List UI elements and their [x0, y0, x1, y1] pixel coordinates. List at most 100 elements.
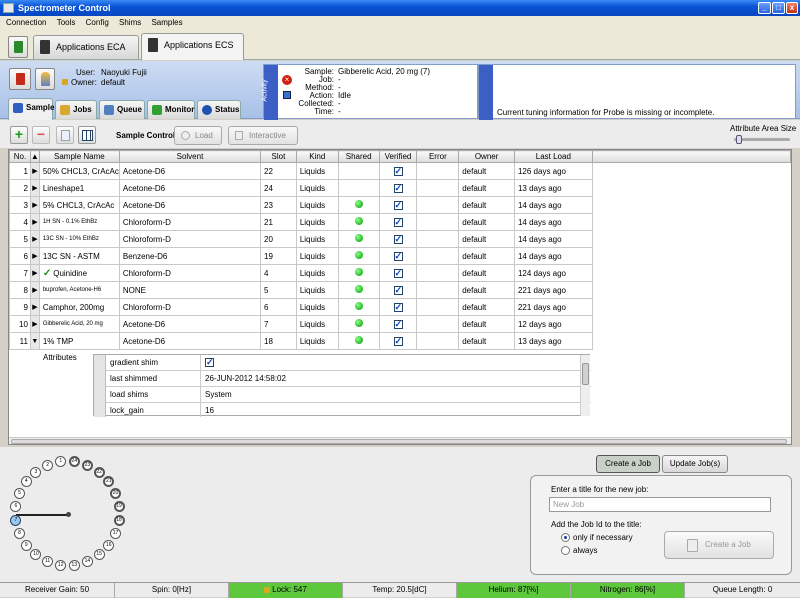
verified-checkbox[interactable]: ✓ — [393, 336, 403, 346]
expand-arrow-icon[interactable]: ▶ — [29, 230, 40, 248]
attributes-scrollbar[interactable] — [580, 355, 590, 416]
changer-slot[interactable]: 14 — [81, 556, 93, 568]
verified-checkbox[interactable]: ✓ — [393, 200, 403, 210]
tab-monitor[interactable]: Monitor — [147, 100, 195, 119]
table-row[interactable]: 8 ▶ buprofen, Acetone-H6 NONE 5 Liquids ✓ defau… — [9, 281, 791, 299]
job-title-input[interactable]: New Job — [549, 497, 771, 512]
col-sample-name[interactable]: Sample Name — [38, 150, 120, 163]
slider-thumb[interactable] — [736, 135, 742, 144]
create-job-button[interactable]: Create a Job — [664, 531, 774, 559]
table-row[interactable]: 5 ▶ 13C SN - 10% EthBz Chloroform-D 20 Liquid… — [9, 230, 791, 248]
col-solvent[interactable]: Solvent — [118, 150, 262, 163]
col-slot[interactable]: Slot — [260, 150, 297, 163]
interactive-button[interactable]: Interactive — [228, 126, 298, 145]
gradient-shim-checkbox[interactable]: ✓ — [205, 358, 214, 367]
changer-slot[interactable]: 3 — [30, 466, 42, 478]
load-button[interactable]: Load — [174, 126, 222, 145]
table-h-scrollbar[interactable] — [9, 437, 791, 444]
changer-slot[interactable]: 12 — [55, 559, 67, 571]
attr-row[interactable]: last shimmed 26-JUN-2012 14:58:02 — [94, 371, 591, 387]
attr-row[interactable]: lock_gain 16 — [94, 403, 591, 417]
changer-slot[interactable]: 20 — [110, 488, 122, 500]
changer-slot[interactable]: 6 — [10, 501, 22, 513]
tab-jobs[interactable]: Jobs — [55, 100, 97, 119]
col-verified[interactable]: Verified — [378, 150, 418, 163]
menu-shims[interactable]: Shims — [119, 18, 141, 27]
columns-button[interactable] — [78, 126, 96, 144]
expand-arrow-icon[interactable]: ▶ — [29, 264, 40, 282]
changer-slot[interactable]: 7 — [10, 514, 22, 526]
copy-sample-button[interactable] — [56, 126, 74, 144]
expand-arrow-icon[interactable]: ▶ — [29, 162, 40, 180]
changer-slot[interactable]: 8 — [13, 527, 25, 539]
tab-ecs400[interactable]: Applications ECS 400 — [141, 33, 244, 72]
col-last-load[interactable]: Last Load — [513, 150, 593, 163]
attr-row[interactable]: load shims System — [94, 387, 591, 403]
remove-sample-button[interactable]: − — [32, 126, 50, 144]
info-tab[interactable]: Info — [471, 65, 493, 120]
attr-row[interactable]: gradient shim ✓ — [94, 355, 591, 371]
maximize-button[interactable]: □ — [772, 2, 785, 14]
expand-arrow-icon[interactable]: ▶ — [29, 179, 40, 197]
user-button[interactable] — [35, 68, 55, 90]
changer-slot[interactable]: 17 — [110, 527, 122, 539]
table-row[interactable]: 2 ▶ Lineshape1 Acetone-D6 24 Liquids ✓ default 1… — [9, 179, 791, 197]
changer-slot[interactable]: 13 — [68, 559, 80, 571]
tab-samples[interactable]: Samples — [8, 98, 59, 120]
only-if-necessary-radio[interactable] — [561, 533, 570, 542]
changer-slot[interactable]: 23 — [81, 459, 93, 471]
tab-queue[interactable]: Queue — [99, 100, 145, 119]
always-radio[interactable] — [561, 546, 570, 555]
changer-slot[interactable]: 1 — [55, 456, 67, 468]
col-owner[interactable]: Owner — [458, 150, 515, 163]
expand-arrow-icon[interactable]: ▶ — [29, 298, 40, 316]
menu-connection[interactable]: Connection — [6, 18, 46, 27]
menu-tools[interactable]: Tools — [57, 18, 76, 27]
changer-slot[interactable]: 16 — [103, 539, 115, 551]
col-no[interactable]: No. — [9, 150, 31, 163]
verified-checkbox[interactable]: ✓ — [393, 302, 403, 312]
expand-arrow-icon[interactable]: ▶ — [29, 281, 40, 299]
changer-slot[interactable]: 19 — [113, 501, 125, 513]
tab-eca500[interactable]: Applications ECA 500 — [33, 35, 139, 74]
verified-checkbox[interactable]: ✓ — [393, 285, 403, 295]
table-row[interactable]: 9 ▶ Camphor, 200mg Chloroform-D 6 Liquids ✓ def… — [9, 298, 791, 316]
table-row[interactable]: 10 ▶ Gibberelic Acid, 20 mg Acetone-D6 7 Liqu… — [9, 315, 791, 333]
create-job-tab[interactable]: Create a Job — [596, 455, 660, 473]
scroll-thumb[interactable] — [582, 363, 589, 385]
col-error[interactable]: Error — [416, 150, 460, 163]
changer-slot[interactable]: 10 — [30, 549, 42, 561]
verified-checkbox[interactable]: ✓ — [393, 319, 403, 329]
menu-config[interactable]: Config — [86, 18, 109, 27]
add-sample-button[interactable]: + — [10, 126, 28, 144]
verified-checkbox[interactable]: ✓ — [393, 217, 403, 227]
verified-checkbox[interactable]: ✓ — [393, 251, 403, 261]
tab-status[interactable]: Status — [197, 100, 241, 119]
changer-slot[interactable]: 15 — [93, 549, 105, 561]
expand-arrow-icon[interactable]: ▶ — [29, 315, 40, 333]
col-shared[interactable]: Shared — [337, 150, 380, 163]
table-row[interactable]: 11 ▼ 1% TMP Acetone-D6 18 Liquids ✓ default 13 d… — [9, 332, 791, 350]
changer-slot[interactable]: 11 — [42, 556, 54, 568]
changer-slot[interactable]: 21 — [103, 476, 115, 488]
expand-arrow-icon[interactable]: ▶ — [29, 213, 40, 231]
expand-arrow-icon[interactable]: ▼ — [29, 332, 40, 350]
menu-samples[interactable]: Samples — [151, 18, 182, 27]
verified-checkbox[interactable]: ✓ — [393, 268, 403, 278]
expand-arrow-icon[interactable]: ▶ — [29, 196, 40, 214]
table-row[interactable]: 6 ▶ 13C SN - ASTM Benzene-D6 19 Liquids ✓ defau… — [9, 247, 791, 265]
attribute-size-slider[interactable] — [734, 135, 790, 144]
minimize-button[interactable]: _ — [758, 2, 771, 14]
connect-button[interactable] — [8, 36, 28, 58]
changer-slot[interactable]: 22 — [93, 466, 105, 478]
table-row[interactable]: 1 ▶ 50% CHCL3, CrAcAc Acetone-D6 22 Liquids ✓ d… — [9, 162, 791, 180]
changer-slot[interactable]: 5 — [13, 488, 25, 500]
changer-slot[interactable]: 9 — [20, 539, 32, 551]
changer-slot[interactable]: 18 — [113, 514, 125, 526]
verified-checkbox[interactable]: ✓ — [393, 234, 403, 244]
col-sort[interactable]: ▲ — [29, 150, 40, 163]
verified-checkbox[interactable]: ✓ — [393, 166, 403, 176]
changer-slot[interactable]: 4 — [20, 476, 32, 488]
col-kind[interactable]: Kind — [295, 150, 339, 163]
update-jobs-tab[interactable]: Update Job(s) — [662, 455, 728, 473]
